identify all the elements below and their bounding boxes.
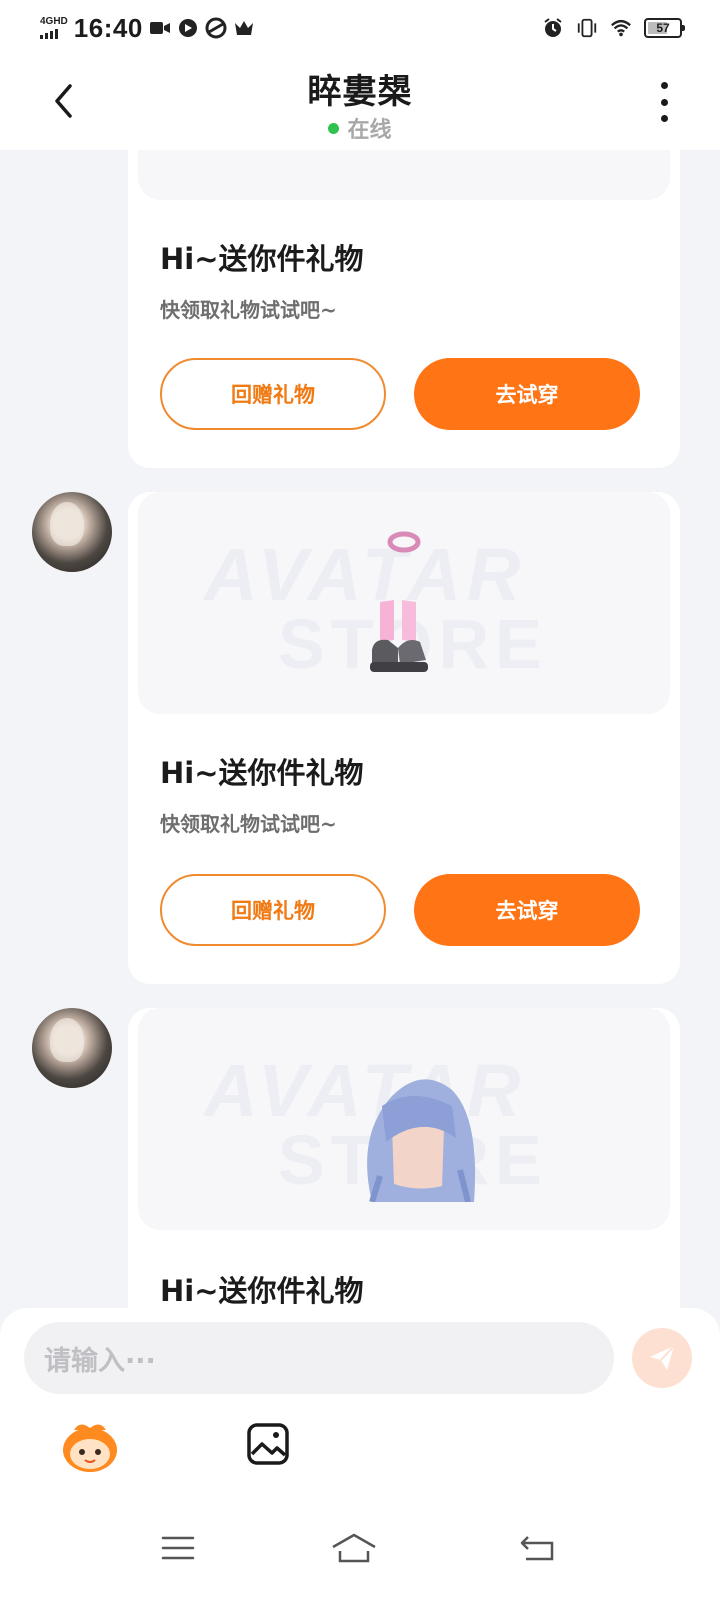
return-gift-button[interactable]: 回赠礼物 bbox=[160, 874, 386, 946]
message-bubble-icon bbox=[177, 17, 199, 39]
network-type: 4GHD bbox=[40, 16, 68, 27]
home-nav-button[interactable] bbox=[330, 1528, 378, 1568]
gift-message-card: AVATAR STORE Hi~送你件礼物 bbox=[128, 1008, 680, 1310]
message-input[interactable]: 请输入··· bbox=[24, 1322, 614, 1394]
online-dot-icon bbox=[328, 122, 340, 134]
contact-name: 睟婁槼 bbox=[307, 72, 413, 112]
link-app-icon bbox=[205, 17, 227, 39]
video-camera-icon bbox=[149, 17, 171, 39]
alarm-icon bbox=[542, 17, 564, 39]
chat-header: 睟婁槼 在线 bbox=[0, 56, 720, 150]
avatar[interactable] bbox=[32, 492, 112, 572]
online-status: 在线 bbox=[0, 112, 720, 144]
gift-image bbox=[138, 150, 670, 200]
gift-hair-icon bbox=[367, 1079, 476, 1202]
gift-image[interactable]: AVATAR STORE bbox=[138, 492, 670, 714]
return-gift-button[interactable]: 回赠礼物 bbox=[160, 358, 386, 430]
signal-icon bbox=[40, 29, 58, 39]
return-icon bbox=[520, 1536, 554, 1561]
chat-list[interactable]: Hi~送你件礼物 快领取礼物试试吧~ 回赠礼物 去试穿 AVATAR STORE… bbox=[0, 150, 720, 1310]
gift-subtitle: 快领取礼物试试吧~ bbox=[160, 812, 337, 836]
gift-message-card: AVATAR STORE Hi~送你件礼物 快领取礼物试试吧~ 回赠礼物 去试穿 bbox=[128, 492, 680, 984]
home-icon bbox=[332, 1533, 376, 1563]
gift-title: Hi~送你件礼物 bbox=[160, 1274, 364, 1308]
gift-image[interactable]: AVATAR STORE bbox=[138, 1008, 670, 1230]
more-vertical-icon bbox=[660, 82, 668, 89]
gift-boots-icon bbox=[370, 531, 428, 672]
battery-level: 57 bbox=[656, 21, 670, 35]
status-left: 4GHD 16:40 bbox=[40, 12, 255, 44]
more-options-button[interactable] bbox=[652, 82, 676, 122]
back-nav-button[interactable] bbox=[518, 1528, 558, 1568]
network-indicator: 4GHD bbox=[40, 17, 68, 39]
gift-subtitle: 快领取礼物试试吧~ bbox=[160, 298, 337, 322]
crown-icon bbox=[233, 17, 255, 39]
gift-message-card: Hi~送你件礼物 快领取礼物试试吧~ 回赠礼物 去试穿 bbox=[128, 150, 680, 468]
online-status-label: 在线 bbox=[347, 118, 392, 143]
try-on-button[interactable]: 去试穿 bbox=[414, 874, 640, 946]
clock: 16:40 bbox=[73, 12, 143, 43]
menu-icon bbox=[161, 1536, 195, 1560]
system-navigation-bar bbox=[0, 1500, 720, 1600]
gift-title: Hi~送你件礼物 bbox=[160, 242, 364, 276]
wifi-icon bbox=[610, 17, 632, 39]
battery-icon: 57 bbox=[644, 18, 685, 38]
gift-title: Hi~送你件礼物 bbox=[160, 756, 364, 790]
mascot-emoji-icon[interactable] bbox=[60, 1420, 120, 1474]
status-bar: 4GHD 16:40 57 bbox=[0, 0, 720, 56]
try-on-button[interactable]: 去试穿 bbox=[414, 358, 640, 430]
vibrate-icon bbox=[576, 17, 598, 39]
send-button[interactable] bbox=[632, 1328, 692, 1388]
image-icon bbox=[247, 1423, 289, 1465]
image-picker-button[interactable] bbox=[244, 1420, 292, 1468]
send-icon bbox=[650, 1345, 675, 1370]
menu-nav-button[interactable] bbox=[158, 1528, 198, 1568]
status-right: 57 bbox=[542, 12, 685, 44]
avatar[interactable] bbox=[32, 1008, 112, 1088]
